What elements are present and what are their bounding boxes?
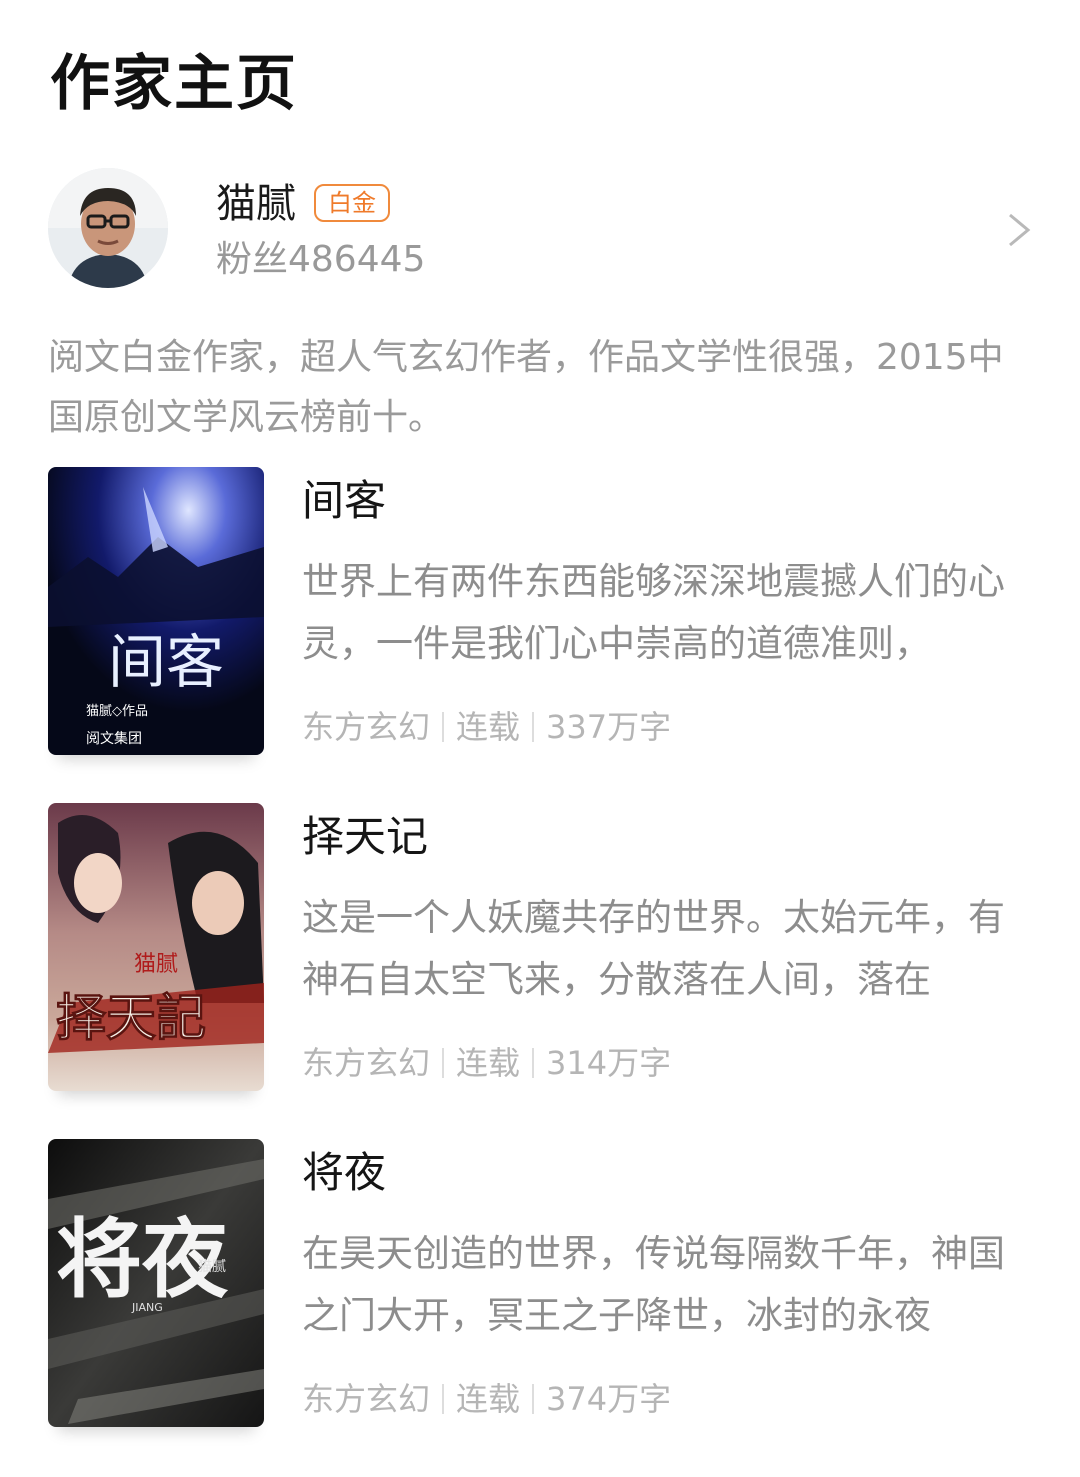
meta-divider <box>442 1384 445 1414</box>
cover-title: 间客 <box>108 628 224 696</box>
cover-publisher: 阅文集团 <box>86 730 142 747</box>
author-profile-row[interactable]: 猫腻 白金 粉丝486445 <box>48 168 1040 290</box>
book-item[interactable]: 择天記 猫腻 择天记 这是一个人妖魔共存的世界。太始元年，有神石自太空飞来，分散… <box>48 803 1040 1093</box>
book-cover[interactable]: 择天記 猫腻 <box>48 803 264 1091</box>
book-description: 在昊天创造的世界，传说每隔数千年，神国之门大开，冥王之子降世，冰封的永夜 <box>302 1232 1005 1337</box>
meta-divider <box>532 1048 535 1078</box>
book-cover[interactable]: 将夜 JIANG 猫腻 <box>48 1139 264 1427</box>
book-meta: 东方玄幻 连载 337万字 <box>302 707 671 747</box>
book-category: 东方玄幻 <box>302 1380 431 1418</box>
author-level-badge: 白金 <box>314 184 390 222</box>
book-title: 间客 <box>302 476 387 525</box>
book-word-count: 374万字 <box>546 1380 672 1418</box>
book-category: 东方玄幻 <box>302 1044 431 1082</box>
book-item[interactable]: 间客 猫腻◇作品 阅文集团 间客 世界上有两件东西能够深深地震撼人们的心灵，一件… <box>48 467 1040 757</box>
book-title: 择天记 <box>302 812 429 861</box>
book-status: 连载 <box>456 1044 521 1082</box>
book-description: 世界上有两件东西能够深深地震撼人们的心灵，一件是我们心中崇高的道德准则， <box>302 560 1005 665</box>
meta-divider <box>532 1384 535 1414</box>
book-cover[interactable]: 间客 猫腻◇作品 阅文集团 <box>48 467 264 755</box>
page-title: 作家主页 <box>50 49 298 119</box>
author-page: 作家主页 猫腻 白金 粉丝486445 阅文白金作家，超人气玄幻作者，作品文学性… <box>0 0 1080 1477</box>
cover-latin: JIANG <box>131 1301 163 1314</box>
meta-divider <box>442 1048 445 1078</box>
book-meta: 东方玄幻 连载 314万字 <box>302 1043 671 1083</box>
book-description: 这是一个人妖魔共存的世界。太始元年，有神石自太空飞来，分散落在人间，落在 <box>302 896 1005 1001</box>
cover-author: 猫腻◇作品 <box>86 704 148 719</box>
book-word-count: 314万字 <box>546 1044 672 1082</box>
meta-divider <box>532 712 535 742</box>
cover-title: 择天記 <box>56 988 206 1047</box>
book-status: 连载 <box>456 708 521 746</box>
chevron-right-icon[interactable] <box>1004 212 1034 248</box>
book-category: 东方玄幻 <box>302 708 431 746</box>
author-fans-count: 粉丝486445 <box>216 239 426 280</box>
cover-author: 猫腻 <box>198 1259 226 1275</box>
book-title: 将夜 <box>302 1148 387 1197</box>
book-status: 连载 <box>456 1380 521 1418</box>
meta-divider <box>442 712 445 742</box>
book-item[interactable]: 将夜 JIANG 猫腻 将夜 在昊天创造的世界，传说每隔数千年，神国之门大开，冥… <box>48 1139 1040 1429</box>
book-word-count: 337万字 <box>546 708 672 746</box>
author-bio: 阅文白金作家，超人气玄幻作者，作品文学性很强，2015中国原创文学风云榜前十。 <box>48 337 1004 438</box>
author-name: 猫腻 <box>216 181 296 227</box>
author-avatar[interactable] <box>48 168 168 288</box>
cover-author: 猫腻 <box>134 952 178 977</box>
book-meta: 东方玄幻 连载 374万字 <box>302 1379 671 1419</box>
